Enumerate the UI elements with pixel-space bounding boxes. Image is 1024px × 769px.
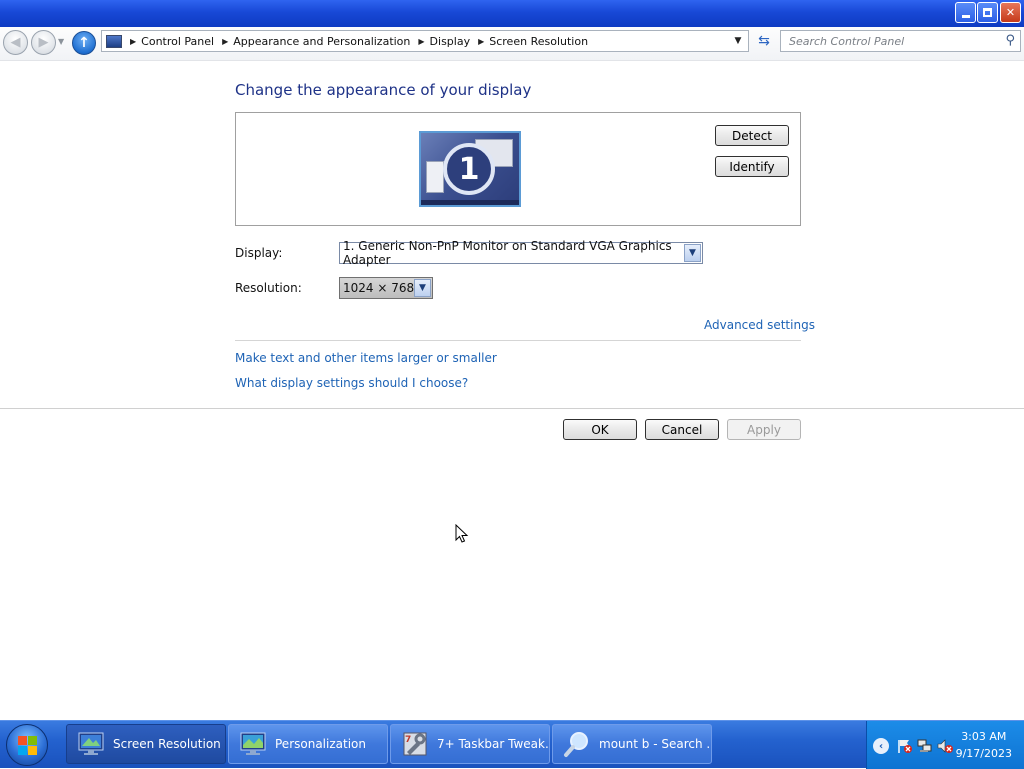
ok-button[interactable]: OK: [563, 419, 637, 440]
search-box[interactable]: ⚲: [780, 30, 1021, 52]
taskbar-item-7-taskbar-tweaker[interactable]: 7 7+ Taskbar Tweak...: [390, 724, 550, 764]
taskbar-item-label: Personalization: [275, 737, 366, 751]
refresh-icon: ⇆: [758, 33, 770, 49]
logo-part: [28, 736, 37, 745]
cancel-button[interactable]: Cancel: [645, 419, 719, 440]
mouse-cursor-icon: [455, 524, 469, 543]
breadcrumb-separator-icon[interactable]: ▶: [418, 37, 424, 46]
breadcrumb-display[interactable]: Display: [430, 35, 471, 48]
system-clock[interactable]: 3:03 AM 9/17/2023: [956, 728, 1012, 762]
notification-area: ‹ 3:03 AM 9/17/2023: [866, 721, 1024, 769]
breadcrumb-separator-icon[interactable]: ▶: [222, 37, 228, 46]
minimize-button[interactable]: [955, 2, 976, 23]
search-icon[interactable]: ⚲: [1005, 33, 1015, 48]
display-settings-icon: [78, 732, 104, 755]
personalization-icon: [240, 732, 266, 755]
navigation-bar: ◀ ▶ ▼ ↑ ▶ Control Panel ▶ Appearance and…: [0, 27, 1024, 61]
resolution-label: Resolution:: [235, 281, 302, 295]
monitor-number: 1: [443, 143, 495, 195]
window-titlebar: ✕: [0, 0, 1024, 27]
taskbar: Screen Resolution Personalization 7 7+ T…: [0, 720, 1024, 769]
breadcrumb-appearance[interactable]: Appearance and Personalization: [233, 35, 410, 48]
advanced-settings-link[interactable]: Advanced settings: [704, 318, 815, 332]
taskbar-item-label: mount b - Search ...: [599, 737, 712, 751]
breadcrumb-control-panel[interactable]: Control Panel: [141, 35, 214, 48]
show-hidden-icons-button[interactable]: ‹: [873, 738, 889, 754]
apply-button[interactable]: Apply: [727, 419, 801, 440]
network-icon[interactable]: [917, 738, 933, 754]
detect-button[interactable]: Detect: [715, 125, 789, 146]
back-button[interactable]: ◀: [3, 30, 28, 55]
monitor-taskbar-graphic: [421, 200, 519, 205]
monitor-1-icon[interactable]: 1: [419, 131, 521, 207]
identify-button[interactable]: Identify: [715, 156, 789, 177]
taskbar-item-screen-resolution[interactable]: Screen Resolution: [66, 724, 226, 764]
minimize-icon: [961, 15, 970, 18]
display-settings-help-link[interactable]: What display settings should I choose?: [235, 376, 468, 390]
volume-muted-icon[interactable]: [937, 738, 953, 754]
clock-time: 3:03 AM: [961, 730, 1007, 743]
control-panel-icon: [106, 34, 122, 48]
breadcrumb-separator-icon[interactable]: ▶: [130, 37, 136, 46]
forward-arrow-icon: ▶: [38, 35, 49, 50]
search-magnifier-icon: [564, 732, 588, 757]
start-button[interactable]: [6, 724, 48, 766]
chevron-down-icon[interactable]: ▼: [414, 279, 431, 297]
logo-part: [18, 746, 27, 755]
divider: [0, 408, 1024, 409]
logo-part: [28, 746, 37, 755]
logo-part: [18, 736, 27, 745]
breadcrumb-screen-resolution[interactable]: Screen Resolution: [489, 35, 588, 48]
clock-date: 9/17/2023: [955, 747, 1012, 760]
close-icon: ✕: [1005, 6, 1016, 19]
restore-button[interactable]: [977, 2, 998, 23]
monitor-arrangement-panel: 1 Detect Identify: [235, 112, 801, 226]
taskbar-item-label: 7+ Taskbar Tweak...: [437, 737, 550, 751]
resolution-select-value: 1024 × 768: [343, 281, 415, 295]
breadcrumb-separator-icon[interactable]: ▶: [478, 37, 484, 46]
chevron-left-icon: ‹: [878, 740, 884, 752]
action-center-flag-icon[interactable]: [897, 738, 913, 754]
restore-icon: [983, 8, 992, 17]
up-button[interactable]: ↑: [72, 31, 96, 55]
up-arrow-icon: ↑: [78, 35, 90, 51]
display-label: Display:: [235, 246, 283, 260]
taskbar-item-search[interactable]: mount b - Search ...: [552, 724, 712, 764]
back-arrow-icon: ◀: [10, 35, 21, 50]
recent-pages-dropdown[interactable]: ▼: [58, 37, 64, 46]
display-select-value: 1. Generic Non-PnP Monitor on Standard V…: [343, 239, 672, 267]
taskbar-tweaker-icon: 7: [403, 732, 427, 756]
refresh-button[interactable]: ⇆: [752, 30, 776, 52]
search-input[interactable]: [781, 33, 991, 49]
taskbar-item-label: Screen Resolution: [113, 737, 221, 751]
close-button[interactable]: ✕: [1000, 2, 1021, 23]
page-title: Change the appearance of your display: [235, 81, 532, 99]
forward-button[interactable]: ▶: [31, 30, 56, 55]
resolution-select[interactable]: 1024 × 768 ▼: [339, 277, 433, 299]
display-select[interactable]: 1. Generic Non-PnP Monitor on Standard V…: [339, 239, 703, 267]
address-dropdown-icon[interactable]: ▼: [730, 33, 746, 49]
divider: [235, 340, 801, 341]
monitor-window-graphic: [426, 161, 444, 193]
text-size-link[interactable]: Make text and other items larger or smal…: [235, 351, 497, 365]
address-bar[interactable]: ▶ Control Panel ▶ Appearance and Persona…: [101, 30, 749, 52]
chevron-down-icon[interactable]: ▼: [684, 244, 701, 262]
taskbar-item-personalization[interactable]: Personalization: [228, 724, 388, 764]
svg-text:7: 7: [405, 735, 411, 745]
windows-logo-icon: [18, 736, 38, 756]
